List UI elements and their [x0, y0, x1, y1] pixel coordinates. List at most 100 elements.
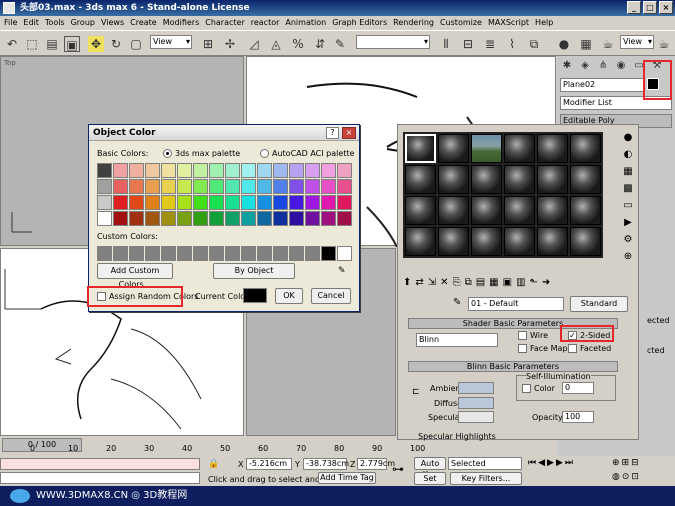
- color-swatch[interactable]: [145, 195, 160, 210]
- percent-snap-icon[interactable]: %: [290, 36, 306, 52]
- color-swatch[interactable]: [257, 211, 272, 226]
- color-swatch[interactable]: [305, 211, 320, 226]
- color-swatch[interactable]: [321, 179, 336, 194]
- color-swatch[interactable]: [209, 195, 224, 210]
- material-slot[interactable]: [438, 134, 469, 163]
- get-material-icon[interactable]: ⬆: [403, 277, 411, 295]
- cancel-button[interactable]: Cancel: [311, 288, 351, 304]
- sample-type-icon[interactable]: ●: [621, 131, 635, 145]
- material-slot[interactable]: [537, 196, 568, 225]
- color-swatch[interactable]: [209, 211, 224, 226]
- color-swatch[interactable]: [225, 179, 240, 194]
- schematic-icon[interactable]: ⧉: [526, 36, 542, 52]
- color-swatch[interactable]: [305, 179, 320, 194]
- material-type-button[interactable]: Standard: [570, 296, 628, 312]
- color-swatch[interactable]: [289, 179, 304, 194]
- color-swatch[interactable]: [97, 211, 112, 226]
- custom-color-swatch[interactable]: [257, 246, 272, 261]
- align-icon[interactable]: ⊟: [460, 36, 476, 52]
- y-coordinate[interactable]: -38.738cm: [303, 458, 349, 470]
- menu-views[interactable]: Views: [101, 16, 124, 30]
- color-swatch[interactable]: [193, 163, 208, 178]
- material-name-field[interactable]: 01 - Default: [468, 297, 564, 311]
- color-swatch[interactable]: [321, 211, 336, 226]
- material-slot[interactable]: [570, 165, 601, 194]
- select-icon[interactable]: ⬚: [24, 36, 40, 52]
- material-slot[interactable]: [570, 196, 601, 225]
- video-color-icon[interactable]: ▭: [621, 199, 635, 213]
- playback-controls-icon[interactable]: ⏮◀▶▶⏭: [528, 458, 575, 468]
- color-swatch[interactable]: [177, 195, 192, 210]
- curve-editor-icon[interactable]: ⌇: [504, 36, 520, 52]
- custom-color-swatch[interactable]: [209, 246, 224, 261]
- put-to-scene-icon[interactable]: ⇄: [415, 277, 423, 295]
- color-swatch[interactable]: [337, 179, 352, 194]
- color-swatch[interactable]: [145, 211, 160, 226]
- self-illum-value[interactable]: 0: [562, 382, 594, 394]
- color-swatch[interactable]: [257, 195, 272, 210]
- named-selection-dropdown[interactable]: [356, 35, 430, 49]
- key-filters-button[interactable]: Key Filters...: [450, 472, 522, 485]
- set-key-button[interactable]: Set Key: [414, 472, 446, 494]
- material-slot[interactable]: [570, 227, 601, 256]
- material-slot[interactable]: [537, 165, 568, 194]
- custom-color-swatch[interactable]: [305, 246, 320, 261]
- backlight-icon[interactable]: ◐: [621, 148, 635, 162]
- color-swatch[interactable]: [241, 211, 256, 226]
- scale-icon[interactable]: ▢: [128, 36, 144, 52]
- uv-tiling-icon[interactable]: ▩: [621, 182, 635, 196]
- mirror-icon[interactable]: ⫴: [438, 36, 454, 52]
- by-object-button[interactable]: By Object: [213, 263, 295, 279]
- spinner-snap-icon[interactable]: ⇵: [312, 36, 328, 52]
- background-icon[interactable]: ▦: [621, 165, 635, 179]
- layer-icon[interactable]: ≣: [482, 36, 498, 52]
- color-swatch[interactable]: [129, 179, 144, 194]
- make-preview-icon[interactable]: ▶: [621, 216, 635, 230]
- color-swatch[interactable]: [225, 195, 240, 210]
- custom-color-swatch[interactable]: [193, 246, 208, 261]
- color-swatch[interactable]: [305, 163, 320, 178]
- menu-rendering[interactable]: Rendering: [393, 16, 434, 30]
- maxscript-listener[interactable]: [0, 458, 200, 470]
- material-slot[interactable]: [405, 227, 436, 256]
- close-dialog-button[interactable]: ×: [342, 127, 356, 139]
- menu-reactor[interactable]: reactor: [251, 16, 280, 30]
- material-slot[interactable]: [405, 196, 436, 225]
- x-coordinate[interactable]: -5.216cm: [246, 458, 292, 470]
- specular-color-swatch[interactable]: [458, 411, 494, 423]
- close-window-button[interactable]: ×: [659, 1, 673, 14]
- color-swatch[interactable]: [129, 195, 144, 210]
- color-swatch[interactable]: [321, 163, 336, 178]
- select-by-name-icon[interactable]: ▤: [44, 36, 60, 52]
- zoom-controls-icon[interactable]: ◍⊙⊡: [612, 472, 641, 482]
- lock-icon[interactable]: ⊏: [412, 387, 420, 397]
- material-slot[interactable]: [471, 196, 502, 225]
- color-swatch[interactable]: [273, 163, 288, 178]
- color-swatch[interactable]: [209, 179, 224, 194]
- menu-modifiers[interactable]: Modifiers: [163, 16, 200, 30]
- custom-color-swatch[interactable]: [177, 246, 192, 261]
- custom-color-swatch[interactable]: [241, 246, 256, 261]
- quick-render-icon[interactable]: ☕: [600, 36, 616, 52]
- color-swatch[interactable]: [209, 163, 224, 178]
- color-swatch[interactable]: [225, 163, 240, 178]
- custom-color-swatch[interactable]: [113, 246, 128, 261]
- eyedropper-icon[interactable]: ✎: [338, 266, 349, 277]
- create-tab-icon[interactable]: ✱: [559, 58, 575, 74]
- pivot-icon[interactable]: ⊞: [200, 36, 216, 52]
- aci-palette-radio[interactable]: [260, 149, 269, 158]
- face-map-checkbox[interactable]: [518, 344, 527, 353]
- color-swatch[interactable]: [97, 163, 112, 178]
- material-slot[interactable]: [438, 227, 469, 256]
- make-unique-icon[interactable]: ⧉: [465, 277, 472, 295]
- add-time-tag-button[interactable]: Add Time Tag: [318, 472, 376, 484]
- modify-tab-icon[interactable]: ◈: [577, 58, 593, 74]
- color-swatch[interactable]: [289, 211, 304, 226]
- color-swatch[interactable]: [193, 211, 208, 226]
- color-swatch[interactable]: [225, 211, 240, 226]
- color-swatch[interactable]: [145, 179, 160, 194]
- color-swatch[interactable]: [289, 195, 304, 210]
- color-swatch[interactable]: [161, 179, 176, 194]
- motion-tab-icon[interactable]: ◉: [613, 58, 629, 74]
- color-swatch[interactable]: [113, 195, 128, 210]
